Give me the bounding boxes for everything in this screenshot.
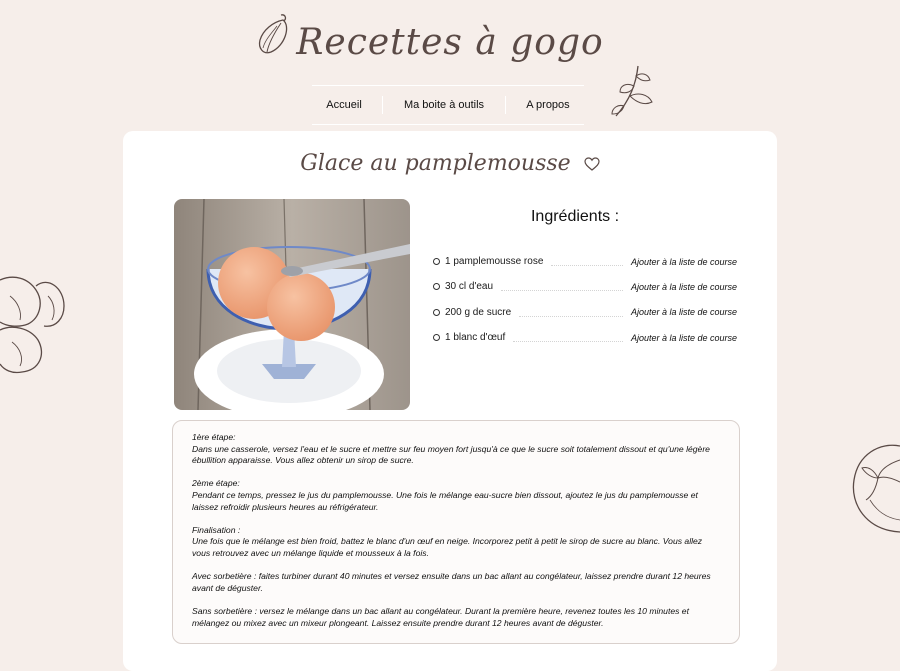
add-to-shopping-list-link[interactable]: Ajouter à la liste de course <box>631 307 737 317</box>
step-label: 2ème étape: <box>192 478 240 489</box>
step-text: Sans sorbetière : versez le mélange dans… <box>192 605 689 628</box>
dotted-leader <box>501 282 623 292</box>
recipe-card: Glace au pamplemousse Ingrédients: 1 pa… <box>123 131 777 671</box>
ingredient-item: 200 g de sucre Ajouter à la liste de cou… <box>433 300 737 325</box>
step: Avec sorbetière : faites turbiner durant… <box>192 571 721 594</box>
ingredient-name: 30 cl d'eau <box>445 281 494 293</box>
recipe-photo <box>174 199 410 410</box>
step-text: Avec sorbetière : faites turbiner durant… <box>192 571 711 593</box>
bullet-icon <box>433 308 440 316</box>
nav-item-about[interactable]: A propos <box>518 99 577 111</box>
dotted-leader <box>513 333 623 343</box>
nav-separator <box>382 96 384 114</box>
step-text: Dans une casserole, versez l'eau et le s… <box>192 443 710 466</box>
main-nav: Accueil Ma boite à outils A propos <box>312 85 584 125</box>
garlic-bulbs-icon <box>0 276 65 374</box>
step: Finalisation : Une fois que le mélange e… <box>192 525 721 560</box>
herb-sprig-icon <box>611 65 653 117</box>
recipe-title-row: Glace au pamplemousse <box>123 151 777 177</box>
step: 2ème étape: Pendant ce temps, pressez le… <box>192 478 721 513</box>
step-text: Une fois que le mélange est bien froid, … <box>192 536 703 558</box>
add-to-shopping-list-link[interactable]: Ajouter à la liste de course <box>631 257 737 267</box>
step-label: Finalisation : <box>192 524 241 535</box>
step: Sans sorbetière : versez le mélange dans… <box>192 606 721 629</box>
heart-icon[interactable] <box>584 152 600 177</box>
step-label: 1ère étape: <box>192 432 236 442</box>
ingredient-name: 1 blanc d'œuf <box>445 332 506 344</box>
ingredient-name: 1 pamplemousse rose <box>445 256 544 268</box>
bullet-icon <box>433 334 440 342</box>
add-to-shopping-list-link[interactable]: Ajouter à la liste de course <box>631 333 737 343</box>
dotted-leader <box>519 308 623 317</box>
ingredient-item: 30 cl d'eau Ajouter à la liste de course <box>433 274 737 299</box>
step-text: Pendant ce temps, pressez le jus du pamp… <box>192 489 698 512</box>
add-to-shopping-list-link[interactable]: Ajouter à la liste de course <box>631 282 737 292</box>
dotted-leader <box>551 257 623 267</box>
step: 1ère étape: Dans une casserole, versez l… <box>192 432 721 467</box>
ingredient-item: 1 blanc d'œuf Ajouter à la liste de cour… <box>433 325 737 350</box>
ingredient-name: 200 g de sucre <box>445 306 512 318</box>
nav-separator <box>504 96 506 114</box>
bullet-icon <box>433 283 440 291</box>
ingredient-item: 1 pamplemousse rose Ajouter à la liste d… <box>433 249 737 274</box>
recipe-title: Glace au pamplemousse <box>300 151 571 176</box>
recipe-steps: 1ère étape: Dans une casserole, versez l… <box>172 420 740 644</box>
nav-item-toolbox[interactable]: Ma boite à outils <box>396 99 492 111</box>
tomato-icon <box>852 444 900 533</box>
ingredients-title: Ingrédients : <box>530 208 620 225</box>
site-title: Recettes à gogo <box>296 22 604 63</box>
bullet-icon <box>433 258 440 266</box>
nav-item-accueil[interactable]: Accueil <box>318 99 369 111</box>
ingredients-list: 1 pamplemousse rose Ajouter à la liste d… <box>433 249 737 350</box>
